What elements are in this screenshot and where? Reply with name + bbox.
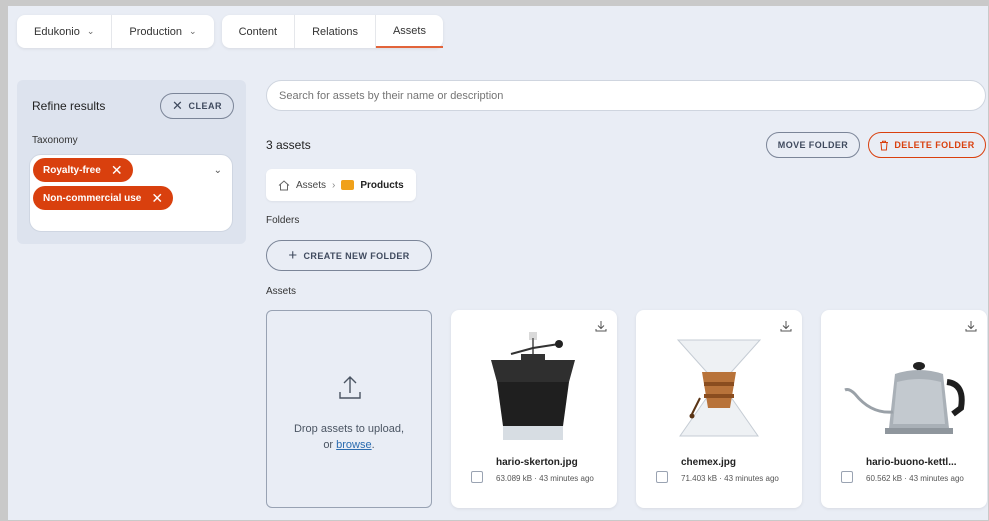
folders-label: Folders <box>266 215 300 226</box>
clear-filters-button[interactable]: ✕ CLEAR <box>160 93 234 119</box>
remove-tag-icon[interactable]: ✕ <box>111 162 123 179</box>
coffee-grinder-image <box>491 332 575 440</box>
download-icon[interactable] <box>780 320 792 332</box>
asset-meta: 71.403 kB · 43 minutes ago <box>681 474 779 483</box>
chevron-down-icon: ⌄ <box>189 26 197 36</box>
create-folder-label: CREATE NEW FOLDER <box>303 250 410 261</box>
tab-relations[interactable]: Relations <box>295 15 376 48</box>
home-icon <box>278 179 290 190</box>
browse-link[interactable]: browse <box>336 439 371 451</box>
folder-icon <box>341 180 355 190</box>
main-tabs: Content Relations Assets <box>221 15 443 48</box>
asset-card[interactable]: chemex.jpg 71.403 kB · 43 minutes ago <box>636 310 802 508</box>
upload-dropzone[interactable]: Drop assets to upload, or browse. <box>266 310 432 508</box>
select-checkbox[interactable] <box>656 471 668 483</box>
move-folder-button[interactable]: MOVE FOLDER <box>766 132 860 158</box>
upload-icon <box>339 376 361 399</box>
chevron-down-icon: ⌄ <box>86 26 95 36</box>
dropzone-period: . <box>371 439 375 451</box>
select-checkbox[interactable] <box>841 471 853 483</box>
chemex-image <box>676 339 762 437</box>
top-navigation: Edukonio ⌄ Production ⌄ Content Relation… <box>17 15 443 48</box>
tag-royalty-free: Royalty-free ✕ <box>33 158 133 182</box>
tag-label: Non-commercial use <box>43 192 142 204</box>
download-icon[interactable] <box>965 320 977 332</box>
trash-icon <box>880 140 889 150</box>
environment-label: Production <box>129 25 183 38</box>
org-dropdown[interactable]: Edukonio ⌄ <box>17 15 113 48</box>
select-checkbox[interactable] <box>471 471 483 483</box>
asset-count: 3 assets <box>266 138 311 152</box>
org-label: Edukonio <box>34 25 80 38</box>
asset-meta: 63.089 kB · 43 minutes ago <box>496 474 594 483</box>
taxonomy-label: Taxonomy <box>32 135 78 146</box>
asset-meta: 60.562 kB · 43 minutes ago <box>866 474 964 483</box>
chevron-down-icon[interactable]: ⌄ <box>214 165 222 176</box>
dropzone-text: Drop assets to upload, or browse. <box>267 421 431 453</box>
delete-label: DELETE FOLDER <box>894 140 975 150</box>
tag-non-commercial-use: Non-commercial use ✕ <box>33 186 174 210</box>
close-icon: ✕ <box>172 98 184 113</box>
refine-title: Refine results <box>32 99 106 113</box>
chevron-right-icon: › <box>332 179 336 191</box>
plus-icon: + <box>288 247 298 264</box>
remove-tag-icon[interactable]: ✕ <box>151 190 163 207</box>
dropzone-line: Drop assets to upload, <box>293 423 405 435</box>
search-input[interactable] <box>266 80 986 111</box>
asset-filename: chemex.jpg <box>681 457 737 468</box>
breadcrumb: Assets › Products <box>266 169 416 201</box>
asset-card[interactable]: hario-skerton.jpg 63.089 kB · 43 minutes… <box>451 310 617 508</box>
asset-filename: hario-buono-kettl... <box>866 457 957 468</box>
kettle-image <box>844 362 965 434</box>
environment-dropdown[interactable]: Production ⌄ <box>112 15 213 48</box>
asset-card[interactable]: hario-buono-kettl... 60.562 kB · 43 minu… <box>821 310 987 508</box>
tab-content[interactable]: Content <box>222 15 296 48</box>
breadcrumb-current: Products <box>360 179 404 191</box>
project-selector-group: Edukonio ⌄ Production ⌄ <box>17 15 214 48</box>
tab-assets[interactable]: Assets <box>375 15 443 48</box>
app-frame: Edukonio ⌄ Production ⌄ Content Relation… <box>8 6 988 520</box>
dropzone-or: or <box>323 439 334 451</box>
delete-folder-button[interactable]: DELETE FOLDER <box>868 132 986 158</box>
create-new-folder-button[interactable]: + CREATE NEW FOLDER <box>266 240 432 271</box>
tag-label: Royalty-free <box>43 164 101 176</box>
breadcrumb-root[interactable]: Assets <box>296 180 326 191</box>
assets-label: Assets <box>266 286 297 297</box>
asset-filename: hario-skerton.jpg <box>496 457 578 468</box>
clear-label: CLEAR <box>188 101 222 111</box>
taxonomy-select[interactable]: Royalty-free ✕ Non-commercial use ✕ ⌄ <box>29 154 233 232</box>
download-icon[interactable] <box>595 320 607 332</box>
